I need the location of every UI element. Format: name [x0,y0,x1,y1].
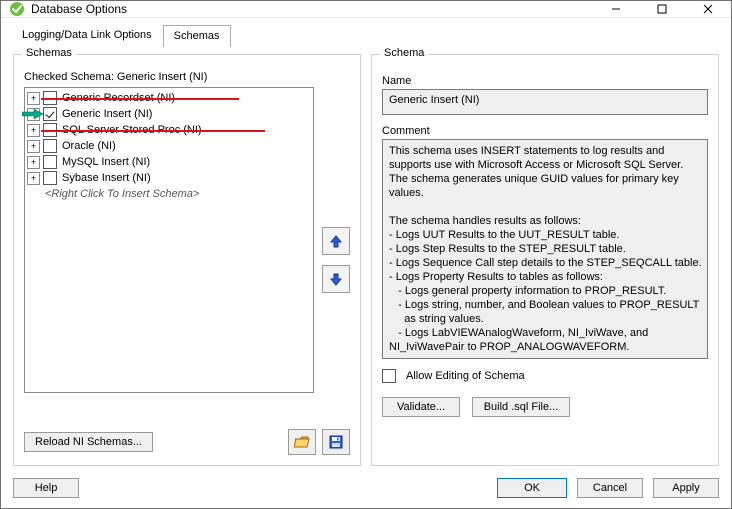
window-title: Database Options [31,2,127,16]
window-root: Database Options Logging/Data Link Optio… [0,0,732,509]
schema-label[interactable]: SQL Server Stored Proc (NI) [61,122,203,138]
schema-label[interactable]: Generic Recordset (NI) [61,90,176,106]
window-buttons [593,1,731,17]
save-button[interactable] [322,429,350,455]
tab-schemas[interactable]: Schemas [163,25,231,47]
open-button[interactable] [288,429,316,455]
schema-checkbox[interactable] [43,155,57,169]
maximize-button[interactable] [639,1,685,17]
schema-label[interactable]: MySQL Insert (NI) [61,154,151,170]
comment-label: Comment [382,125,708,137]
schemas-legend: Schemas [22,47,76,59]
schema-detail-group: Schema Name Generic Insert (NI) Comment … [371,54,719,466]
app-icon [9,1,25,17]
reload-schemas-button[interactable]: Reload NI Schemas... [24,432,153,452]
folder-open-icon [294,435,310,449]
build-sql-button[interactable]: Build .sql File... [472,397,570,417]
minimize-icon [611,4,621,14]
pointer-arrow-icon [22,108,44,120]
checked-schema-label: Checked Schema: Generic Insert (NI) [24,71,350,83]
allow-editing-checkbox[interactable] [382,369,396,383]
close-icon [703,4,713,14]
tab-strip: Logging/Data Link Options Schemas [1,18,731,46]
tab-logging[interactable]: Logging/Data Link Options [11,24,163,46]
schema-tree[interactable]: + Generic Recordset (NI) + Generic Inser… [24,87,314,393]
name-field: Generic Insert (NI) [382,89,708,115]
maximize-icon [657,4,667,14]
schema-checkbox[interactable] [43,107,57,121]
tree-insert-hint[interactable]: <Right Click To Insert Schema> [27,186,311,202]
schemas-bottom-row: Reload NI Schemas... [24,429,350,455]
schema-checkbox[interactable] [43,123,57,137]
schema-label[interactable]: Sybase Insert (NI) [61,170,152,186]
minimize-button[interactable] [593,1,639,17]
schema-label[interactable]: Generic Insert (NI) [61,106,153,122]
schema-legend: Schema [380,47,428,59]
schema-checkbox[interactable] [43,139,57,153]
floppy-disk-icon [329,435,343,449]
expand-toggle[interactable]: + [27,172,40,185]
tree-row-mysql-insert: + MySQL Insert (NI) [27,154,311,170]
expand-toggle[interactable]: + [27,92,40,105]
name-label: Name [382,75,708,87]
up-arrow-icon [329,234,343,248]
allow-editing-label: Allow Editing of Schema [406,370,525,382]
apply-button[interactable]: Apply [653,478,719,498]
insert-schema-hint: <Right Click To Insert Schema> [27,186,199,202]
tree-row-generic-insert: + Generic Insert (NI) [27,106,311,122]
move-down-button[interactable] [322,265,350,293]
reorder-controls [322,87,350,393]
close-button[interactable] [685,1,731,17]
schema-action-row: Validate... Build .sql File... [382,397,708,417]
content-area: Schemas Checked Schema: Generic Insert (… [1,46,731,472]
cancel-button[interactable]: Cancel [577,478,643,498]
tree-row-sybase-insert: + Sybase Insert (NI) [27,170,311,186]
dialog-footer: Help OK Cancel Apply [1,472,731,508]
comment-text: This schema uses INSERT statements to lo… [389,144,703,354]
validate-button[interactable]: Validate... [382,397,460,417]
tree-row-sql-server-stored-proc: + SQL Server Stored Proc (NI) [27,122,311,138]
schema-label[interactable]: Oracle (NI) [61,138,117,154]
titlebar: Database Options [1,1,731,18]
move-up-button[interactable] [322,227,350,255]
allow-editing-row: Allow Editing of Schema [382,369,708,383]
expand-toggle[interactable]: + [27,124,40,137]
expand-toggle[interactable]: + [27,140,40,153]
schema-checkbox[interactable] [43,91,57,105]
tree-row-generic-recordset: + Generic Recordset (NI) [27,90,311,106]
schemas-group: Schemas Checked Schema: Generic Insert (… [13,54,361,466]
ok-button[interactable]: OK [497,478,567,498]
expand-toggle[interactable]: + [27,156,40,169]
down-arrow-icon [329,272,343,286]
tree-row-oracle: + Oracle (NI) [27,138,311,154]
schema-checkbox[interactable] [43,171,57,185]
comment-field[interactable]: This schema uses INSERT statements to lo… [382,139,708,359]
help-button[interactable]: Help [13,478,79,498]
